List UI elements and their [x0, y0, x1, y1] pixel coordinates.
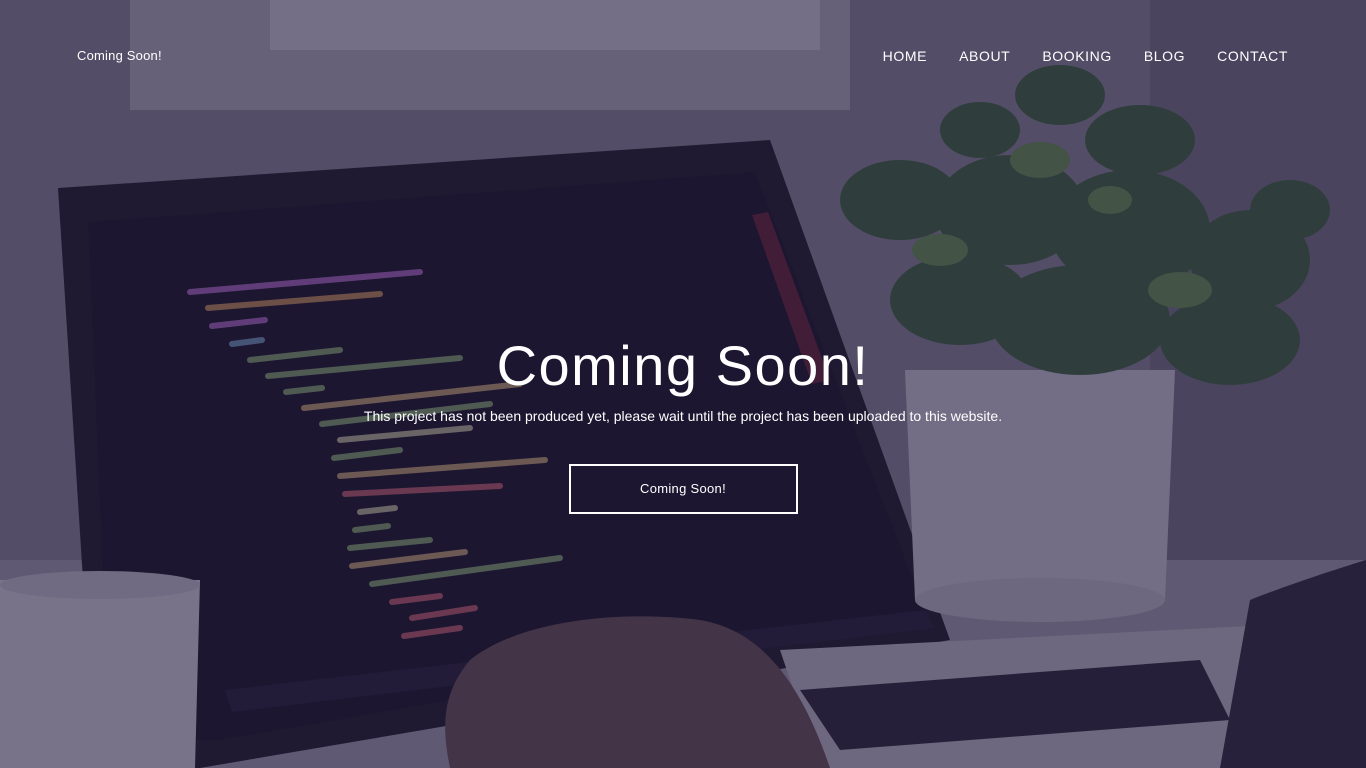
main-menu: HOME ABOUT BOOKING BLOG CONTACT	[883, 48, 1288, 66]
menu-item-contact: CONTACT	[1217, 48, 1288, 66]
hero-subtitle: This project has not been produced yet, …	[363, 408, 1003, 424]
top-navigation: Coming Soon! HOME ABOUT BOOKING BLOG CON…	[0, 0, 1366, 112]
menu-item-about: ABOUT	[959, 48, 1010, 66]
coming-soon-button[interactable]: Coming Soon!	[568, 464, 798, 514]
nav-link-blog[interactable]: BLOG	[1144, 48, 1185, 64]
menu-item-home: HOME	[883, 48, 927, 66]
nav-link-about[interactable]: ABOUT	[959, 48, 1010, 64]
menu-item-booking: BOOKING	[1042, 48, 1112, 66]
nav-link-home[interactable]: HOME	[883, 48, 927, 64]
menu-item-blog: BLOG	[1144, 48, 1185, 66]
hero-title: Coming Soon!	[496, 334, 870, 397]
hero-section: Coming Soon! HOME ABOUT BOOKING BLOG CON…	[0, 0, 1366, 768]
nav-link-booking[interactable]: BOOKING	[1042, 48, 1112, 64]
brand-logo-link[interactable]: Coming Soon!	[77, 48, 162, 63]
nav-link-contact[interactable]: CONTACT	[1217, 48, 1288, 64]
hero-content: Coming Soon! This project has not been p…	[0, 330, 1366, 514]
